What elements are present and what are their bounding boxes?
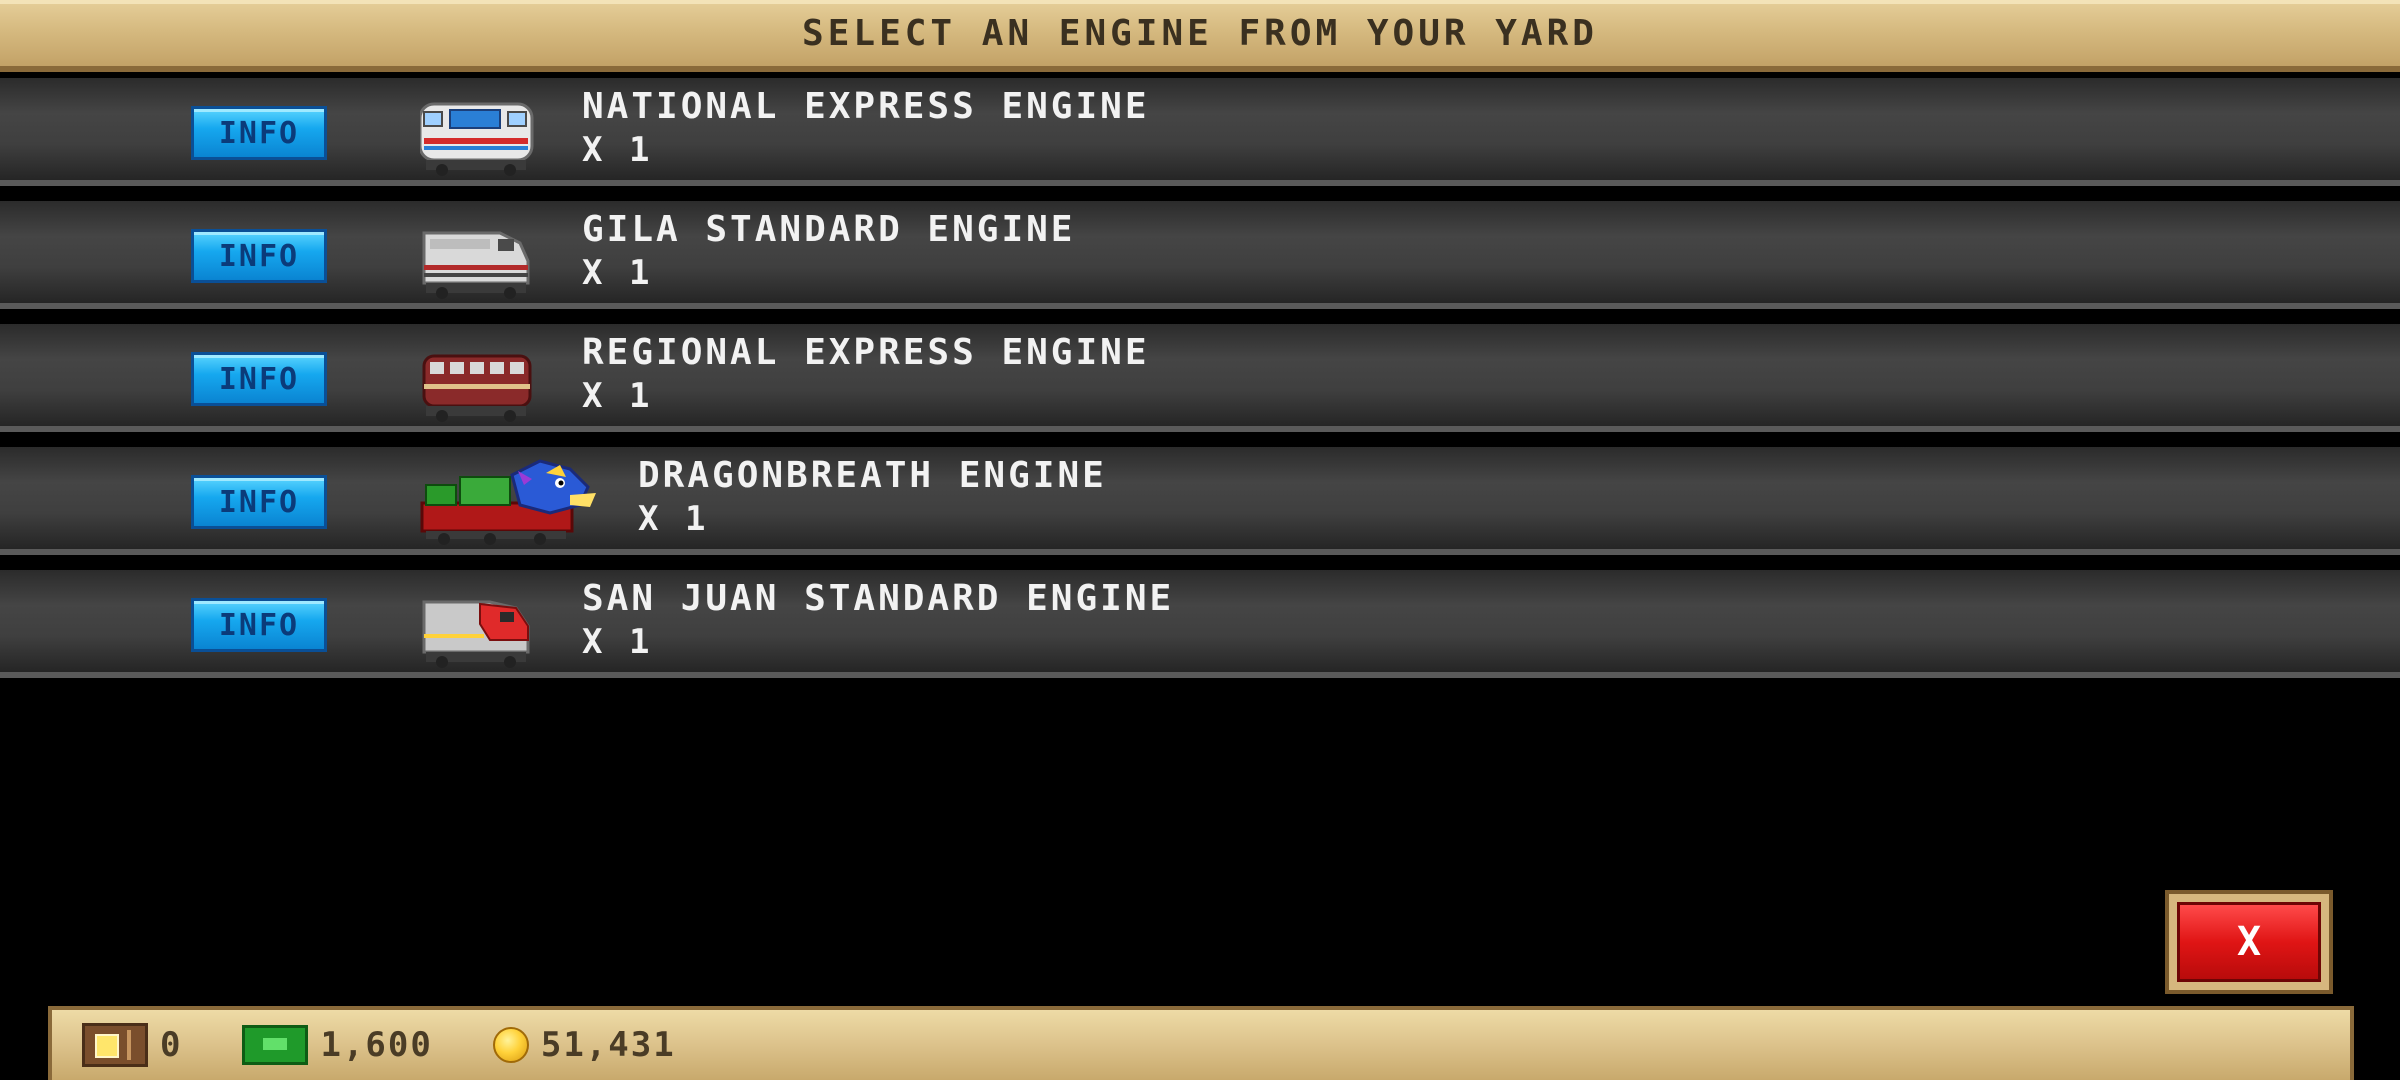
tickets-stat: 0 bbox=[82, 1023, 182, 1067]
engine-row-gila-standard[interactable]: INFO GILA STANDARD ENGINE X 1 bbox=[0, 201, 2400, 309]
engine-info: REGIONAL EXPRESS ENGINE X 1 bbox=[582, 330, 1150, 416]
engine-name: NATIONAL EXPRESS ENGINE bbox=[582, 86, 1150, 127]
cash-value: 1,600 bbox=[320, 1025, 433, 1065]
cash-icon bbox=[242, 1025, 309, 1065]
engine-select-screen: SELECT AN ENGINE FROM YOUR YARD INFO NAT… bbox=[0, 0, 2400, 1080]
engine-row-dragonbreath[interactable]: INFO DRAGONBREATH ENGINE X 1 bbox=[0, 447, 2400, 555]
national-express-engine-icon bbox=[420, 102, 534, 176]
engine-count: X 1 bbox=[582, 253, 653, 293]
close-icon[interactable]: X bbox=[2177, 902, 2321, 982]
regional-express-engine-icon bbox=[422, 354, 532, 422]
coins-stat: 51,431 bbox=[492, 1025, 676, 1065]
info-button[interactable]: INFO bbox=[191, 229, 327, 283]
header-bar: SELECT AN ENGINE FROM YOUR YARD bbox=[0, 0, 2400, 72]
engine-count: X 1 bbox=[582, 376, 653, 416]
coins-value: 51,431 bbox=[540, 1025, 676, 1065]
engine-count: X 1 bbox=[582, 130, 653, 170]
engine-list: INFO NATIONAL EXPRESS ENGINE X 1 INFO GI… bbox=[0, 72, 2400, 693]
info-button[interactable]: INFO bbox=[191, 475, 327, 529]
cash-stat: 1,600 bbox=[242, 1025, 432, 1065]
info-button[interactable]: INFO bbox=[191, 106, 327, 160]
engine-count: X 1 bbox=[582, 622, 653, 662]
engine-info: GILA STANDARD ENGINE X 1 bbox=[582, 207, 1075, 293]
engine-name: DRAGONBREATH ENGINE bbox=[638, 455, 1107, 496]
engine-name: GILA STANDARD ENGINE bbox=[582, 209, 1076, 250]
gila-standard-engine-icon bbox=[422, 231, 530, 299]
san-juan-standard-engine-icon bbox=[422, 600, 530, 668]
coin-icon bbox=[492, 1027, 529, 1063]
page-title: SELECT AN ENGINE FROM YOUR YARD bbox=[802, 12, 1598, 54]
tickets-value: 0 bbox=[160, 1025, 183, 1065]
engine-name: SAN JUAN STANDARD ENGINE bbox=[582, 578, 1175, 619]
close-button[interactable]: X bbox=[2165, 890, 2333, 994]
info-button[interactable]: INFO bbox=[191, 352, 327, 406]
engine-count: X 1 bbox=[638, 499, 709, 539]
ticket-icon bbox=[82, 1023, 148, 1067]
dragonbreath-engine-icon bbox=[420, 459, 596, 545]
engine-info: NATIONAL EXPRESS ENGINE X 1 bbox=[582, 84, 1150, 170]
currency-status-bar: 0 1,600 51,431 bbox=[48, 1006, 2354, 1080]
info-button[interactable]: INFO bbox=[191, 598, 327, 652]
engine-info: SAN JUAN STANDARD ENGINE X 1 bbox=[582, 576, 1174, 662]
engine-row-regional-express[interactable]: INFO REGIONAL EXPRESS ENGINE X 1 bbox=[0, 324, 2400, 432]
engine-row-national-express[interactable]: INFO NATIONAL EXPRESS ENGINE X 1 bbox=[0, 78, 2400, 186]
engine-row-san-juan-standard[interactable]: INFO SAN JUAN STANDARD ENGINE X 1 bbox=[0, 570, 2400, 678]
engine-info: DRAGONBREATH ENGINE X 1 bbox=[638, 453, 1107, 539]
engine-name: REGIONAL EXPRESS ENGINE bbox=[582, 332, 1150, 373]
